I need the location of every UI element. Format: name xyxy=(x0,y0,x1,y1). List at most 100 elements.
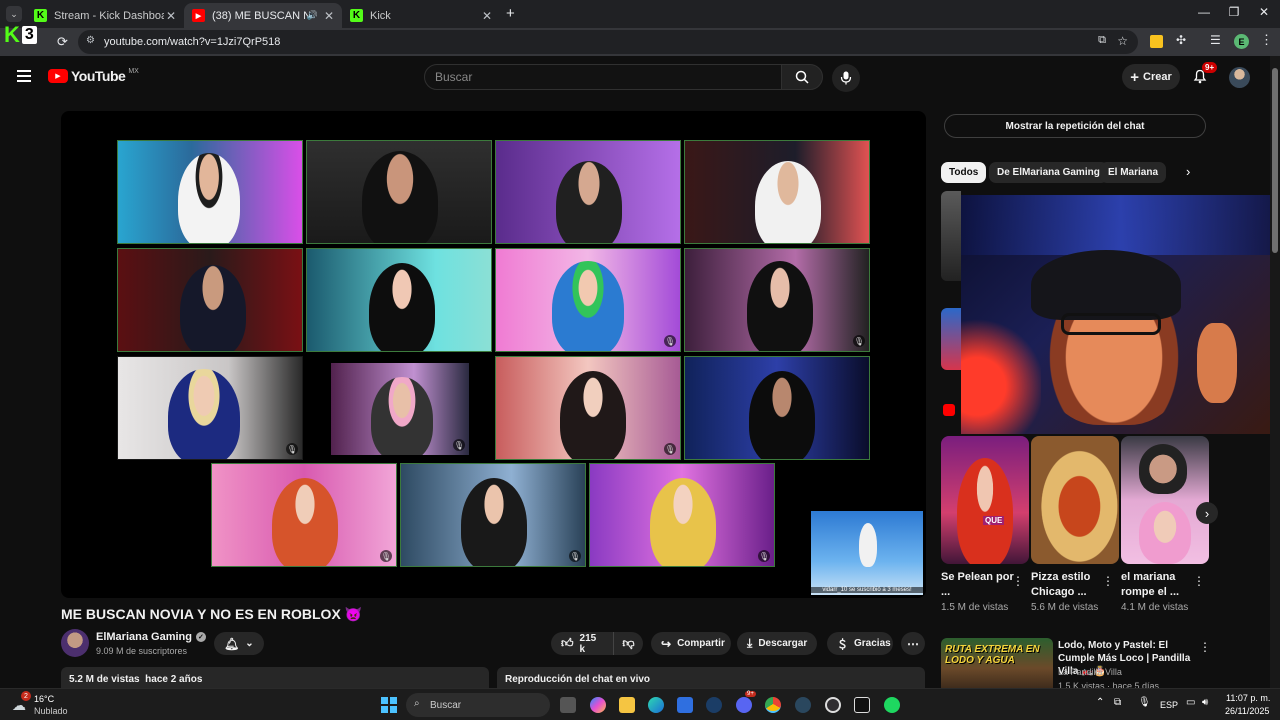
create-button[interactable]: + Crear xyxy=(1122,64,1180,90)
short-views: 4.1 M de vistas xyxy=(1121,602,1189,613)
bookmark-star-icon[interactable]: ☆ xyxy=(1117,34,1128,48)
dislike-button[interactable]: 👎︎ xyxy=(613,632,643,655)
user-avatar[interactable] xyxy=(1229,67,1250,88)
chat-replay-panel[interactable]: Reproducción del chat en vivo xyxy=(497,667,925,689)
tab-kick[interactable]: K Kick ✕ xyxy=(342,3,500,28)
address-bar[interactable]: ⚙ youtube.com/watch?v=1Jzi7QrP518 ⧉ ☆ xyxy=(78,30,1138,54)
clock-time[interactable]: 11:07 p. m. xyxy=(1226,693,1270,703)
tab-close-icon[interactable]: ✕ xyxy=(166,9,176,23)
channel-avatar[interactable] xyxy=(61,629,89,657)
shorts-next-button[interactable]: › xyxy=(1196,502,1218,524)
short-menu-icon[interactable]: ⋮ xyxy=(1193,574,1205,588)
spotify-icon[interactable] xyxy=(884,697,900,713)
restore-icon[interactable]: ❐ xyxy=(1224,5,1244,19)
short-menu-icon[interactable]: ⋮ xyxy=(1102,574,1114,588)
short-thumbnail[interactable]: QUE xyxy=(941,436,1029,564)
file-explorer-icon[interactable] xyxy=(619,697,635,713)
share-button[interactable]: ↪ Compartir xyxy=(651,632,731,655)
network-icon[interactable]: ▭ xyxy=(1186,697,1195,708)
video-call-tile: 🎙 xyxy=(495,356,681,460)
channel-name[interactable]: ElMariana Gaming ✓ xyxy=(96,631,206,643)
chrome-icon[interactable] xyxy=(765,697,781,713)
short-thumbnail[interactable] xyxy=(1121,436,1209,564)
chip-all[interactable]: Todos xyxy=(941,162,987,183)
short-thumbnail[interactable] xyxy=(1031,436,1119,564)
like-button[interactable]: 👍︎ 215 k xyxy=(551,632,613,655)
tab-close-icon[interactable]: ✕ xyxy=(482,9,492,23)
minimize-icon[interactable]: — xyxy=(1194,5,1214,19)
input-language[interactable]: ESP xyxy=(1160,700,1178,710)
short-title[interactable]: Se Pelean por ... xyxy=(941,570,1019,600)
download-button[interactable]: ⤓ Descargar xyxy=(737,632,817,655)
reading-list-icon[interactable]: ☰ xyxy=(1210,33,1221,47)
chips-next-chevron-icon[interactable]: › xyxy=(1186,164,1190,179)
extension-yellow-icon[interactable] xyxy=(1150,35,1163,48)
store-icon[interactable] xyxy=(677,697,693,713)
steam-icon[interactable] xyxy=(706,697,722,713)
obs-icon[interactable] xyxy=(825,697,841,713)
kick-extension-logo[interactable]: K 3 xyxy=(4,22,44,47)
streamer-cap xyxy=(1031,250,1181,320)
extensions-puzzle-icon[interactable]: ✣ xyxy=(1176,33,1186,47)
search-input[interactable]: Buscar xyxy=(424,64,782,90)
next-video-menu-icon[interactable]: ⋮ xyxy=(1199,640,1211,654)
install-app-icon[interactable]: ⧉ xyxy=(1098,34,1106,47)
discord-icon[interactable]: 9+ xyxy=(736,691,756,713)
next-video-channel[interactable]: La Pandilla Villa xyxy=(1058,667,1122,677)
copilot-icon[interactable] xyxy=(590,697,606,713)
task-view-icon[interactable] xyxy=(560,697,576,713)
new-tab-button[interactable]: + xyxy=(506,5,515,22)
tab-audio-icon[interactable]: 🔊 xyxy=(307,10,318,21)
reload-icon[interactable]: ⟳ xyxy=(57,34,68,50)
voice-search-button[interactable] xyxy=(832,64,860,92)
scrollbar-thumb[interactable] xyxy=(1272,68,1278,253)
participant-figure xyxy=(369,263,435,351)
tray-app-icon[interactable]: ⧉ xyxy=(1114,697,1121,708)
thanks-icon: ＄ xyxy=(837,638,848,651)
video-player[interactable]: 🎙 🎙 🎙 🎙 🎙 🎙 🎙 🎙 vidarr_10 se suscribió a… xyxy=(61,111,926,598)
youtube-logo[interactable]: ▶ YouTube MX xyxy=(48,68,139,84)
thanks-label: Gracias xyxy=(854,638,891,649)
short-title[interactable]: Pizza estilo Chicago ... xyxy=(1031,570,1109,600)
browser-menu-icon[interactable]: ⋮ xyxy=(1260,32,1273,48)
windows-start-icon[interactable] xyxy=(381,697,397,713)
tray-microphone-icon[interactable]: 🎙︎ xyxy=(1138,697,1151,708)
page-scrollbar[interactable] xyxy=(1270,56,1280,688)
window-close-icon[interactable]: ✕ xyxy=(1254,5,1274,19)
weather-widget[interactable]: ☁ 2 16°C Nublado xyxy=(12,691,92,717)
show-chat-replay-button[interactable]: Mostrar la repetición del chat xyxy=(944,114,1206,138)
next-video-thumbnail[interactable]: RUTA EXTREMA EN LODO Y AGUA xyxy=(941,638,1053,688)
participant-figure xyxy=(272,478,338,566)
muted-mic-icon: 🎙 xyxy=(664,335,676,347)
profile-avatar[interactable]: E xyxy=(1234,34,1249,49)
edge-icon[interactable] xyxy=(648,697,664,713)
more-actions-button[interactable]: ⋯ xyxy=(901,632,925,655)
microphone-icon xyxy=(840,71,852,85)
steam-alt-icon[interactable] xyxy=(795,697,811,713)
hamburger-menu-icon[interactable] xyxy=(17,70,31,82)
tab-search-dropdown[interactable]: ⌄ xyxy=(6,6,22,22)
subscribed-bell-button[interactable]: 🔔︎ ⌄ xyxy=(214,632,264,655)
recommendation-thumbnail[interactable] xyxy=(941,191,961,281)
volume-icon[interactable]: 🔊︎ xyxy=(1202,697,1208,708)
download-label: Descargar xyxy=(758,638,808,649)
chip-from-channel[interactable]: De ElMariana Gaming xyxy=(989,162,1108,183)
capcut-icon[interactable] xyxy=(854,697,870,713)
short-menu-icon[interactable]: ⋮ xyxy=(1012,574,1024,588)
short-title[interactable]: el mariana rompe el ... xyxy=(1121,570,1199,600)
recommendation-thumbnail[interactable] xyxy=(941,308,961,370)
thanks-button[interactable]: ＄ Gracias xyxy=(827,632,893,655)
views-date-text: 5.2 M de vistas hace 2 años xyxy=(69,674,203,685)
taskbar-search[interactable]: ⌕ Buscar xyxy=(406,693,550,717)
notifications-button[interactable]: 9+ xyxy=(1192,62,1218,89)
chip-el-mariana[interactable]: El Mariana xyxy=(1100,162,1167,183)
site-info-icon[interactable]: ⚙ xyxy=(86,35,95,46)
tab-close-icon[interactable]: ✕ xyxy=(324,9,334,23)
notification-count-badge: 9+ xyxy=(1202,62,1218,73)
tray-overflow-icon[interactable]: ⌃ xyxy=(1096,697,1104,708)
tab-youtube-video[interactable]: ▶ (38) ME BUSCAN NOVIA Y NO ES EN ROBLOX… xyxy=(184,3,342,28)
description-box[interactable]: 5.2 M de vistas hace 2 años xyxy=(61,667,489,689)
clock-date[interactable]: 26/11/2025 xyxy=(1225,706,1269,716)
tab-kick-dashboard[interactable]: K Stream - Kick Dashboard ✕ xyxy=(26,3,184,28)
search-button[interactable] xyxy=(781,64,823,90)
